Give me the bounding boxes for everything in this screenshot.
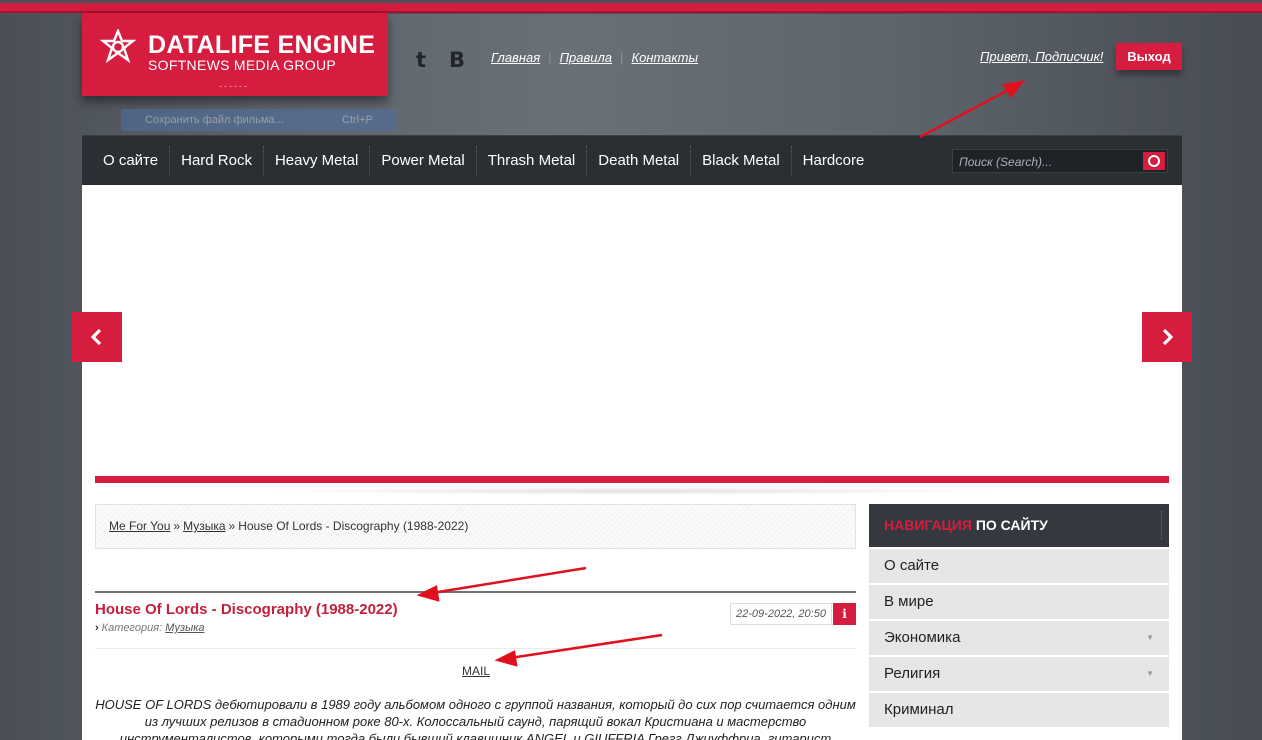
- caret-down-icon: ▼: [1146, 633, 1154, 642]
- article-title[interactable]: House Of Lords - Discography (1988-2022): [95, 601, 398, 618]
- info-button[interactable]: i: [833, 603, 856, 625]
- sidebar-item-economy[interactable]: Экономика ▼: [869, 621, 1169, 655]
- nav-item-thrash-metal[interactable]: Thrash Metal: [477, 146, 588, 176]
- article-body: HOUSE OF LORDS дебютировали в 1989 году …: [95, 697, 856, 740]
- search-input[interactable]: [959, 153, 1139, 171]
- article-top-rule: [95, 591, 856, 593]
- sidebar-title: НАВИГАЦИЯ ПО САЙТУ: [869, 504, 1169, 547]
- sidebar-item-world[interactable]: В мире: [869, 585, 1169, 619]
- breadcrumb-home[interactable]: Me For You: [109, 519, 170, 533]
- logout-button[interactable]: Выход: [1116, 43, 1182, 70]
- nav-item-power-metal[interactable]: Power Metal: [370, 146, 477, 176]
- logo-star-icon: [100, 29, 136, 64]
- breadcrumb-category[interactable]: Музыка: [183, 519, 225, 533]
- search-icon: [1148, 155, 1160, 167]
- slider-bottom-bar: [95, 476, 1169, 483]
- sidebar-item-label: Экономика: [884, 629, 961, 646]
- user-greeting-link[interactable]: Привет, Подписчик!: [980, 49, 1103, 64]
- article-category: › Категория: Музыка: [95, 622, 205, 634]
- sidebar-item-label: О сайте: [884, 557, 940, 574]
- site-logo[interactable]: DATALIFE ENGINE SOFTNEWS MEDIA GROUP ---…: [82, 13, 388, 96]
- breadcrumb-separator: »: [173, 519, 181, 533]
- main-nav: О сайте Hard Rock Heavy Metal Power Meta…: [82, 135, 1182, 185]
- chevron-left-icon: [90, 328, 102, 346]
- sidebar-item-label: В мире: [884, 593, 934, 610]
- chevron-right-icon: [1162, 328, 1174, 346]
- article-divider: [95, 648, 856, 649]
- sidebar-item-religion[interactable]: Религия ▼: [869, 657, 1169, 691]
- logo-title: DATALIFE ENGINE: [148, 31, 376, 59]
- nav-item-about[interactable]: О сайте: [92, 146, 171, 176]
- nav-item-black-metal[interactable]: Black Metal: [691, 146, 792, 176]
- top-link-separator: |: [548, 50, 552, 65]
- link-contacts[interactable]: Контакты: [631, 50, 698, 65]
- breadcrumb-separator: »: [228, 519, 236, 533]
- category-label: Категория:: [101, 622, 163, 634]
- sidebar-title-accent: НАВИГАЦИЯ: [884, 517, 972, 533]
- search-button[interactable]: [1143, 152, 1165, 170]
- sidebar-item-label: Криминал: [884, 701, 954, 718]
- nav-item-hardcore[interactable]: Hardcore: [792, 146, 876, 176]
- sidebar-item-about[interactable]: О сайте: [869, 549, 1169, 583]
- logo-dots: ------: [219, 81, 249, 91]
- save-film-shortcut: Ctrl+P: [342, 114, 373, 126]
- link-rules[interactable]: Правила: [560, 50, 612, 65]
- save-film-label: Сохранить файл фильма...: [145, 114, 284, 126]
- slider-next-button[interactable]: [1142, 312, 1192, 362]
- twitter-icon[interactable]: t: [410, 48, 432, 72]
- article-date: 22-09-2022, 20:50: [730, 603, 832, 625]
- logo-subtitle: SOFTNEWS MEDIA GROUP: [148, 57, 337, 73]
- sidebar-navigation: НАВИГАЦИЯ ПО САЙТУ О сайте В мире Эконом…: [869, 504, 1169, 727]
- sidebar-item-crime[interactable]: Криминал: [869, 693, 1169, 727]
- chevron-right-icon: ›: [95, 622, 99, 634]
- breadcrumb: Me For You» Музыка» House Of Lords - Disco…: [95, 504, 856, 549]
- save-film-tooltip: Сохранить файл фильма... Ctrl+P: [121, 109, 396, 131]
- nav-item-heavy-metal[interactable]: Heavy Metal: [264, 146, 371, 176]
- sidebar-title-rest: ПО САЙТУ: [975, 517, 1048, 533]
- mail-link[interactable]: MAIL: [462, 664, 490, 678]
- slider-shadow: [262, 487, 1002, 495]
- sidebar-title-divider: [1161, 511, 1162, 540]
- content-area: Me For You» Музыка» House Of Lords - Disco…: [82, 185, 1182, 740]
- slider-prev-button[interactable]: [72, 312, 122, 362]
- annotation-arrowhead: [1001, 80, 1025, 99]
- nav-item-death-metal[interactable]: Death Metal: [587, 146, 692, 176]
- search-box: [952, 149, 1168, 173]
- breadcrumb-current: House Of Lords - Discography (1988-2022): [238, 519, 469, 533]
- nav-item-hard-rock[interactable]: Hard Rock: [170, 146, 264, 176]
- caret-down-icon: ▼: [1146, 669, 1154, 678]
- annotation-arrow: [919, 86, 1013, 139]
- category-link[interactable]: Музыка: [165, 622, 204, 634]
- sidebar-item-label: Религия: [884, 665, 941, 682]
- top-link-separator: |: [620, 50, 624, 65]
- vk-icon[interactable]: B: [446, 48, 468, 72]
- link-home[interactable]: Главная: [491, 50, 540, 65]
- top-links: Главная | Правила | Контакты: [491, 50, 698, 65]
